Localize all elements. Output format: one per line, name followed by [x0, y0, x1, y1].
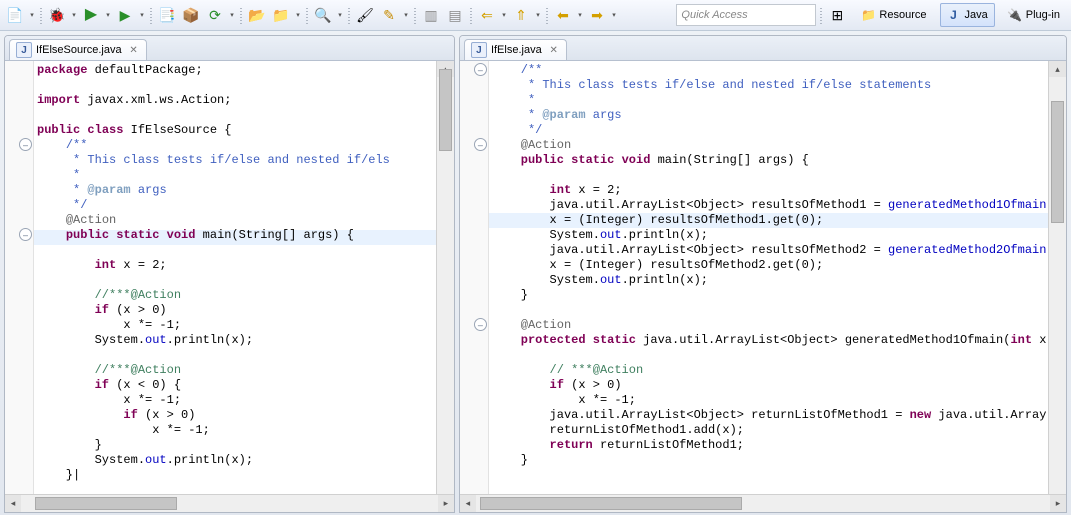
scroll-thumb[interactable] [1051, 101, 1064, 223]
editor-area: J IfElseSource.java ✕ – – package defaul… [0, 31, 1071, 515]
open-task-dropdown[interactable]: ▾ [294, 4, 302, 26]
perspective-label: Java [965, 9, 988, 21]
scroll-left-icon[interactable]: ◂ [460, 495, 476, 512]
scroll-right-icon[interactable]: ▸ [438, 495, 454, 512]
run-dropdown[interactable]: ▾ [104, 4, 112, 26]
fold-icon[interactable]: – [474, 138, 487, 151]
prev-edit-button[interactable]: ⇐ [476, 4, 498, 26]
tab-label: IfElseSource.java [36, 44, 122, 56]
right-tabstrip: J IfElse.java ✕ [460, 36, 1066, 61]
next-edit-button[interactable]: ⇑ [510, 4, 532, 26]
horizontal-scrollbar[interactable]: ◂ ▸ [5, 494, 454, 512]
perspective-label: Resource [879, 9, 926, 21]
close-icon[interactable]: ✕ [548, 44, 560, 56]
horizontal-scrollbar[interactable]: ◂ ▸ [460, 494, 1066, 512]
open-type-button[interactable]: 📂 [246, 4, 268, 26]
forward-button[interactable]: ➡ [586, 4, 608, 26]
search-button[interactable]: 🔍 [312, 4, 334, 26]
right-code[interactable]: /** * This class tests if/else and neste… [492, 63, 1046, 492]
right-editor-pane: J IfElse.java ✕ – – – /** * This class t… [459, 35, 1067, 513]
run-last-button[interactable]: ▶ [114, 4, 136, 26]
perspective-resource[interactable]: 📁 Resource [854, 3, 933, 27]
right-gutter: – – – [460, 61, 489, 495]
new-button[interactable]: 📄 [4, 4, 26, 26]
prev-edit-dropdown[interactable]: ▾ [500, 4, 508, 26]
java-perspective-icon: J [947, 8, 961, 22]
tab-ifelsesource[interactable]: J IfElseSource.java ✕ [9, 39, 147, 60]
scroll-up-icon[interactable]: ▴ [1049, 61, 1066, 77]
perspective-java[interactable]: J Java [940, 3, 995, 27]
fold-icon[interactable]: – [474, 63, 487, 76]
open-perspective-button[interactable]: ⊞ [826, 4, 848, 26]
left-code-area[interactable]: – – package defaultPackage; import javax… [5, 61, 454, 512]
new-dropdown[interactable]: ▾ [28, 4, 36, 26]
scroll-right-icon[interactable]: ▸ [1050, 495, 1066, 512]
toggle-breadcrumb-button[interactable]: ▥ [420, 4, 442, 26]
fold-icon[interactable]: – [19, 228, 32, 241]
annotation-button[interactable]: ✎ [378, 4, 400, 26]
right-code-area[interactable]: – – – /** * This class tests if/else and… [460, 61, 1066, 512]
left-gutter: – – [5, 61, 34, 495]
debug-button[interactable]: 🐞 [46, 4, 68, 26]
quick-access-placeholder: Quick Access [681, 9, 747, 21]
new-project-dropdown[interactable]: ▾ [228, 4, 236, 26]
scroll-thumb[interactable] [35, 497, 177, 510]
search-dropdown[interactable]: ▾ [336, 4, 344, 26]
close-icon[interactable]: ✕ [128, 44, 140, 56]
tab-ifelse[interactable]: J IfElse.java ✕ [464, 39, 567, 60]
scroll-left-icon[interactable]: ◂ [5, 495, 21, 512]
main-toolbar: 📄 ▾ 🐞 ▾ ▶ ▾ ▶ ▾ 📑 📦 ⟳ ▾ 📂 📁 ▾ 🔍 ▾ 🖌 ✎ ▾ … [0, 0, 1071, 31]
run-last-dropdown[interactable]: ▾ [138, 4, 146, 26]
forward-dropdown[interactable]: ▾ [610, 4, 618, 26]
left-editor-pane: J IfElseSource.java ✕ – – package defaul… [4, 35, 455, 513]
java-file-icon: J [471, 42, 487, 58]
debug-dropdown[interactable]: ▾ [70, 4, 78, 26]
java-file-icon: J [16, 42, 32, 58]
folder-icon: 📁 [861, 8, 875, 22]
scroll-thumb[interactable] [480, 497, 742, 510]
left-tabstrip: J IfElseSource.java ✕ [5, 36, 454, 61]
workbench: 📄 ▾ 🐞 ▾ ▶ ▾ ▶ ▾ 📑 📦 ⟳ ▾ 📂 📁 ▾ 🔍 ▾ 🖌 ✎ ▾ … [0, 0, 1071, 515]
left-code[interactable]: package defaultPackage; import javax.xml… [37, 63, 434, 492]
plugin-icon: 🔌 [1008, 8, 1022, 22]
next-edit-dropdown[interactable]: ▾ [534, 4, 542, 26]
new-class-button[interactable]: 📑 [156, 4, 178, 26]
vertical-scrollbar[interactable]: ▴ ▾ [1048, 61, 1066, 512]
new-project-button[interactable]: ⟳ [204, 4, 226, 26]
run-button[interactable]: ▶ [80, 4, 102, 26]
fold-icon[interactable]: – [474, 318, 487, 331]
fold-icon[interactable]: – [19, 138, 32, 151]
toggle-editor-button[interactable]: ▤ [444, 4, 466, 26]
quick-access-input[interactable]: Quick Access [676, 4, 816, 26]
back-dropdown[interactable]: ▾ [576, 4, 584, 26]
perspective-label: Plug-in [1026, 9, 1060, 21]
tab-label: IfElse.java [491, 44, 542, 56]
new-package-button[interactable]: 📦 [180, 4, 202, 26]
perspective-plugin[interactable]: 🔌 Plug-in [1001, 3, 1067, 27]
open-task-button[interactable]: 📁 [270, 4, 292, 26]
vertical-scrollbar[interactable]: ▴ ▾ [436, 61, 454, 512]
back-button[interactable]: ⬅ [552, 4, 574, 26]
annotation-dropdown[interactable]: ▾ [402, 4, 410, 26]
scroll-thumb[interactable] [439, 69, 452, 151]
paint-button[interactable]: 🖌 [354, 4, 376, 26]
